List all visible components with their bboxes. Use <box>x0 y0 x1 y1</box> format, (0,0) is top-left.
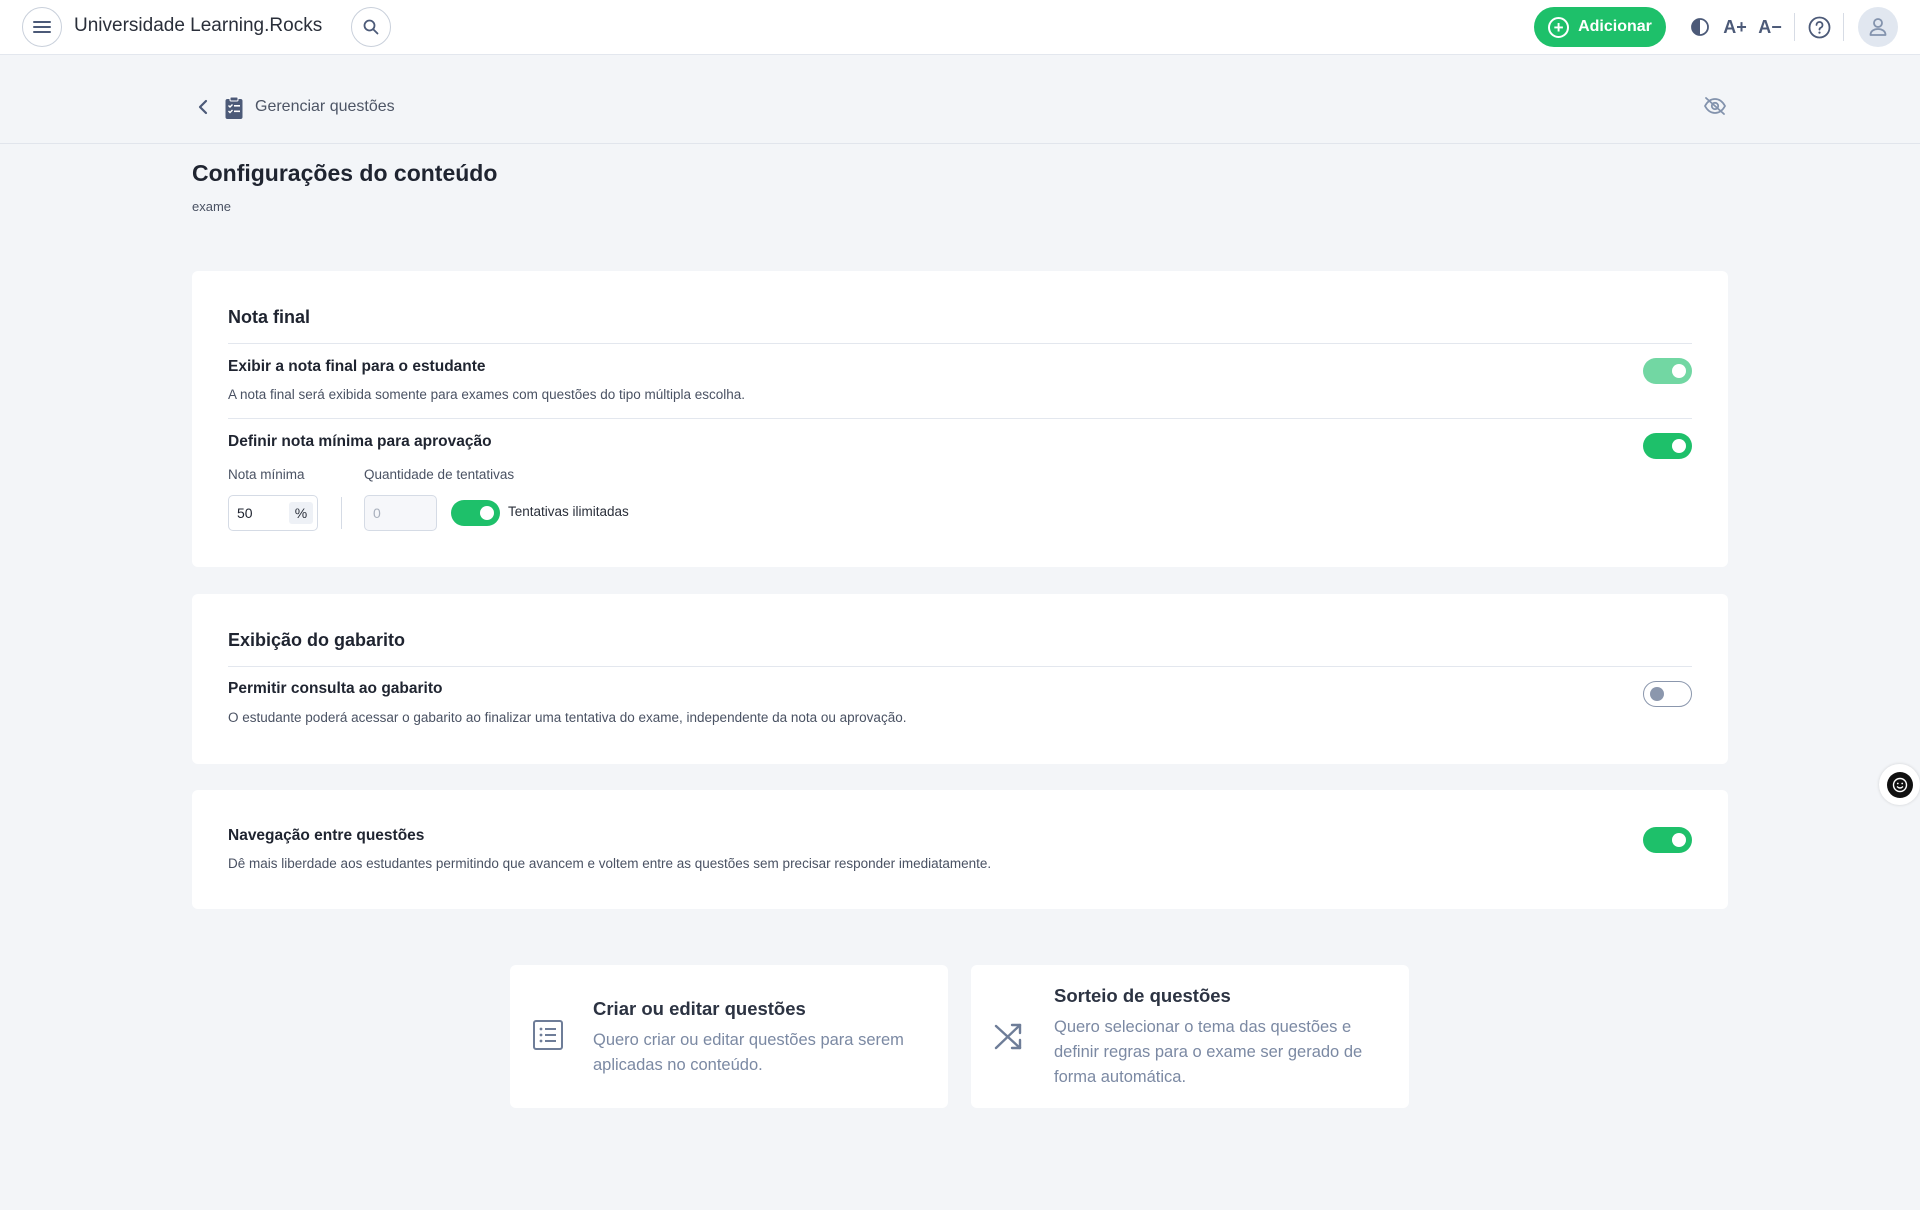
setting-desc-exibir-nota: A nota final será exibida somente para e… <box>228 387 746 402</box>
percent-suffix: % <box>289 502 313 524</box>
topbar-divider <box>1794 13 1795 41</box>
setting-label-gabarito: Permitir consulta ao gabarito <box>228 680 443 697</box>
card-navegacao: Navegação entre questões Dê mais liberda… <box>192 790 1728 909</box>
action-card-criar-editar[interactable]: Criar ou editar questões Quero criar ou … <box>510 965 948 1108</box>
field-separator <box>341 497 342 529</box>
action-title-criar-editar: Criar ou editar questões <box>593 998 806 1019</box>
avatar[interactable] <box>1858 7 1898 47</box>
contrast-icon <box>1691 18 1709 36</box>
feedback-button[interactable] <box>1879 764 1920 805</box>
sub-header: Gerenciar questões <box>0 56 1920 144</box>
nota-minima-label: Nota mínima <box>228 467 305 482</box>
setting-desc-navegacao: Dê mais liberdade aos estudantes permiti… <box>228 856 992 871</box>
action-desc-criar-editar: Quero criar ou editar questões para sere… <box>593 1031 904 1074</box>
toggle-nota-minima[interactable] <box>1643 433 1692 459</box>
visibility-toggle[interactable] <box>1703 96 1727 121</box>
chevron-left-icon <box>198 99 208 115</box>
smiley-icon <box>1886 771 1913 798</box>
section-title-gabarito: Exibição do gabarito <box>228 630 406 650</box>
app-title[interactable]: Universidade Learning.Rocks <box>74 15 322 37</box>
card-gabarito: Exibição do gabarito Permitir consulta a… <box>192 594 1728 764</box>
card-nota-final: Nota final Exibir a nota final para o es… <box>192 271 1728 567</box>
search-icon <box>363 19 379 35</box>
toggle-gabarito[interactable] <box>1643 681 1692 707</box>
section-title-nota-final: Nota final <box>228 307 311 327</box>
setting-label-navegacao: Navegação entre questões <box>228 827 425 844</box>
page-title: Configurações do conteúdo <box>192 160 498 186</box>
topbar-divider <box>1843 13 1844 41</box>
font-decrease-button[interactable]: A− <box>1757 13 1783 41</box>
toggle-tentativas-ilimitadas[interactable] <box>451 500 500 526</box>
tentativas-label: Quantidade de tentativas <box>364 467 515 482</box>
nota-minima-value: 50 <box>237 505 253 521</box>
back-button[interactable] <box>196 98 210 121</box>
tentativas-input[interactable]: 0 <box>364 495 437 531</box>
action-title-sorteio: Sorteio de questões <box>1054 985 1231 1006</box>
section-divider <box>228 343 1692 344</box>
help-icon <box>1808 16 1830 38</box>
add-button-label: Adicionar <box>1578 18 1652 35</box>
clipboard-list-icon <box>224 96 244 125</box>
row-divider <box>228 418 1692 419</box>
action-card-sorteio[interactable]: Sorteio de questões Quero selecionar o t… <box>971 965 1409 1108</box>
breadcrumb-title: Gerenciar questões <box>255 98 395 115</box>
setting-desc-gabarito: O estudante poderá acessar o gabarito ao… <box>228 710 907 725</box>
hamburger-icon <box>33 21 51 33</box>
contrast-button[interactable] <box>1689 13 1711 41</box>
tentativas-ilimitadas-label: Tentativas ilimitadas <box>508 504 629 519</box>
plus-circle-icon: + <box>1548 16 1570 38</box>
add-button[interactable]: + Adicionar <box>1534 7 1666 47</box>
tentativas-placeholder: 0 <box>373 505 381 521</box>
action-desc-sorteio: Quero selecionar o tema das questões e d… <box>1054 1018 1363 1086</box>
shuffle-icon <box>993 1020 1025 1057</box>
help-button[interactable] <box>1806 13 1832 41</box>
setting-label-nota-minima: Definir nota mínima para aprovação <box>228 433 492 450</box>
menu-button[interactable] <box>22 7 62 47</box>
search-button[interactable] <box>351 7 391 47</box>
section-divider <box>228 666 1692 667</box>
top-bar: Universidade Learning.Rocks + Adicionar … <box>0 0 1920 55</box>
eye-off-icon <box>1703 97 1727 115</box>
page-subtitle: exame <box>192 199 232 214</box>
list-icon <box>532 1019 564 1056</box>
setting-label-exibir-nota: Exibir a nota final para o estudante <box>228 358 486 375</box>
nota-minima-input[interactable]: 50 % <box>228 495 318 531</box>
toggle-exibir-nota[interactable] <box>1643 358 1692 384</box>
font-increase-button[interactable]: A+ <box>1722 13 1748 41</box>
toggle-navegacao[interactable] <box>1643 827 1692 853</box>
user-icon <box>1869 18 1887 36</box>
